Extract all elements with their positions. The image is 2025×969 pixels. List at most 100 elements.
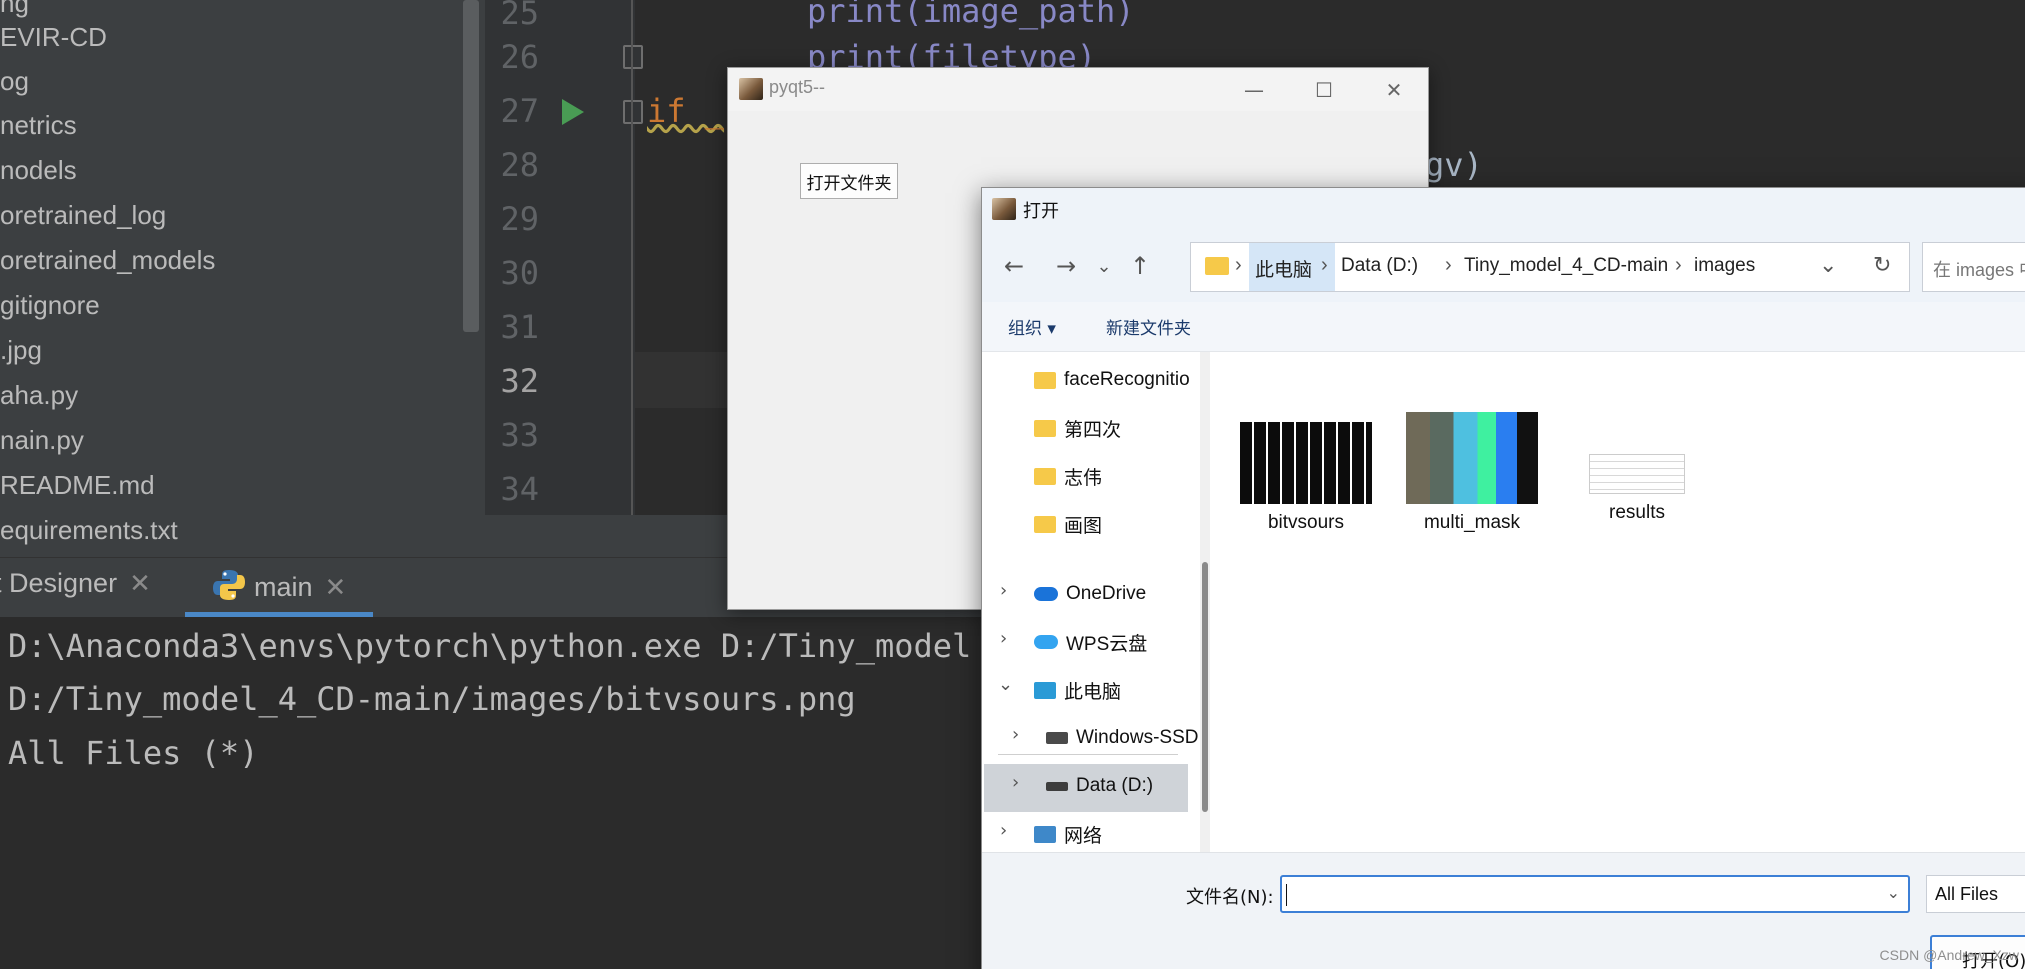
chevron-right-icon[interactable]: › bbox=[1000, 580, 1007, 601]
folder-icon bbox=[1034, 467, 1056, 485]
tree-item[interactable]: aha.py bbox=[0, 380, 78, 411]
file-list-pane[interactable]: bitvsours multi_mask results bbox=[1218, 352, 2025, 852]
tree-item[interactable]: oretrained_models bbox=[0, 245, 215, 276]
tree-item[interactable]: README.md bbox=[0, 470, 155, 501]
nav-item-label: 画图 bbox=[1064, 515, 1103, 537]
nav-item-network[interactable]: 网络 bbox=[1034, 812, 1102, 852]
app-icon bbox=[739, 78, 763, 100]
dialog-bottom-bar: 文件名(N): ⌄ All Files 打开(O) bbox=[982, 852, 2025, 969]
run-gutter-icon[interactable] bbox=[562, 99, 584, 125]
nav-item-windows-ssd[interactable]: Windows-SSD bbox=[1046, 716, 1198, 760]
tab-qt-designer[interactable]: t Designer ✕ bbox=[0, 568, 151, 608]
cloud-icon bbox=[1034, 635, 1058, 649]
minimize-button[interactable]: — bbox=[1219, 68, 1289, 111]
open-folder-button[interactable]: 打开文件夹 bbox=[800, 163, 898, 199]
chevron-right-icon: › bbox=[1321, 254, 1328, 276]
code-line-25: print(image_path) bbox=[807, 0, 1135, 30]
address-bar[interactable]: › 此电脑 › Data (D:) › Tiny_model_4_CD-main… bbox=[1190, 242, 1910, 292]
filetype-select[interactable]: All Files bbox=[1926, 875, 2025, 913]
tree-item[interactable]: .jpg bbox=[0, 335, 42, 366]
nav-item-label: faceRecognitio bbox=[1064, 369, 1190, 390]
window-title: pyqt5-- bbox=[769, 77, 826, 97]
tree-item[interactable]: equirements.txt bbox=[0, 515, 178, 546]
tree-item[interactable]: netrics bbox=[0, 110, 77, 141]
chevron-down-icon[interactable]: ⌄ bbox=[1887, 883, 1900, 903]
maximize-button[interactable]: ☐ bbox=[1289, 68, 1359, 111]
tree-item[interactable]: og bbox=[0, 66, 29, 97]
filename-label: 文件名(N): bbox=[1186, 887, 1274, 908]
console-line: All Files (*) bbox=[8, 734, 259, 772]
new-folder-button[interactable]: 新建文件夹 bbox=[1106, 314, 1191, 339]
tree-item[interactable]: oretrained_log bbox=[0, 200, 166, 231]
line-number: 29 bbox=[500, 200, 539, 238]
tree-item[interactable]: EVIR-CD bbox=[0, 22, 107, 53]
tab-label: t Designer bbox=[0, 568, 118, 598]
project-tree-scrollbar[interactable] bbox=[463, 0, 479, 332]
image-thumbnail bbox=[1240, 422, 1372, 504]
scrollbar-thumb[interactable] bbox=[1202, 562, 1208, 812]
nav-item-label: 志伟 bbox=[1064, 467, 1103, 489]
back-arrow-icon[interactable]: ← bbox=[996, 248, 1032, 284]
nav-item-label: Windows-SSD bbox=[1076, 727, 1199, 748]
line-number: 27 bbox=[500, 92, 539, 130]
tree-item[interactable]: nodels bbox=[0, 155, 77, 186]
file-name: multi_mask bbox=[1423, 512, 1521, 533]
line-number: 30 bbox=[500, 254, 539, 292]
file-item[interactable]: bitvsours bbox=[1236, 422, 1376, 534]
close-icon[interactable]: ✕ bbox=[325, 572, 347, 602]
search-input[interactable]: 在 images 中 bbox=[1922, 242, 2025, 292]
editor-gutter: 25 26 27 28 29 30 31 32 33 34 bbox=[485, 0, 643, 515]
nav-pane-scrollbar[interactable] bbox=[1200, 352, 1210, 852]
nav-item-wps[interactable]: WPS云盘 bbox=[1034, 620, 1147, 664]
file-item[interactable]: multi_mask bbox=[1402, 412, 1542, 534]
project-tree-panel: ng EVIR-CD og netrics nodels oretrained_… bbox=[0, 0, 485, 557]
nav-item-folder[interactable]: 志伟 bbox=[1034, 454, 1102, 498]
filename-input[interactable]: ⌄ bbox=[1280, 875, 1910, 913]
nav-item-label: WPS云盘 bbox=[1066, 633, 1148, 655]
tree-item[interactable]: gitignore bbox=[0, 290, 100, 321]
nav-item-folder[interactable]: 第四次 bbox=[1034, 406, 1121, 450]
breadcrumb-item[interactable]: 此电脑 bbox=[1255, 255, 1312, 282]
chevron-right-icon[interactable]: › bbox=[1012, 724, 1019, 745]
chevron-right-icon: › bbox=[1675, 254, 1682, 276]
line-number: 31 bbox=[500, 308, 539, 346]
refresh-icon[interactable]: ↻ bbox=[1873, 252, 1891, 278]
organize-button[interactable]: 组织 ▾ bbox=[1008, 314, 1056, 339]
tree-item[interactable]: nain.py bbox=[0, 425, 84, 456]
folder-icon bbox=[1205, 257, 1229, 275]
tab-main[interactable]: main ✕ bbox=[212, 568, 346, 608]
chevron-right-icon: › bbox=[1445, 254, 1452, 276]
close-button[interactable]: ✕ bbox=[1359, 68, 1429, 111]
drive-icon bbox=[1046, 781, 1068, 791]
nav-item-data-drive[interactable]: Data (D:) bbox=[1046, 764, 1153, 808]
forward-arrow-icon[interactable]: → bbox=[1048, 248, 1084, 284]
recent-dropdown-icon[interactable]: ⌄ bbox=[1086, 248, 1122, 284]
file-name: bitvsours bbox=[1267, 512, 1345, 533]
dialog-titlebar[interactable]: 打开 bbox=[982, 188, 2025, 230]
chevron-right-icon[interactable]: › bbox=[1012, 772, 1019, 793]
line-number: 28 bbox=[500, 146, 539, 184]
nav-item-folder[interactable]: faceRecognitio bbox=[1034, 358, 1190, 402]
nav-item-folder[interactable]: 画图 bbox=[1034, 502, 1102, 546]
nav-item-this-pc[interactable]: 此电脑 bbox=[1034, 668, 1121, 712]
chevron-right-icon[interactable]: › bbox=[1000, 820, 1007, 841]
close-icon[interactable]: ✕ bbox=[129, 568, 151, 598]
up-arrow-icon[interactable]: ↑ bbox=[1122, 248, 1158, 284]
fold-icon[interactable] bbox=[623, 45, 643, 69]
nav-item-label: Data (D:) bbox=[1076, 775, 1154, 796]
chevron-right-icon: › bbox=[1235, 254, 1242, 276]
file-open-dialog: 打开 ← → ⌄ ↑ › 此电脑 › Data (D:) › Tiny_mode… bbox=[981, 187, 2025, 969]
breadcrumb-item[interactable]: Data (D:) bbox=[1341, 255, 1418, 277]
folder-icon bbox=[1034, 515, 1056, 533]
breadcrumb-item[interactable]: images bbox=[1694, 255, 1755, 277]
pyqt-titlebar[interactable]: pyqt5-- — ☐ ✕ bbox=[728, 68, 1428, 111]
nav-item-onedrive[interactable]: OneDrive bbox=[1034, 572, 1146, 616]
file-item[interactable]: results bbox=[1567, 454, 1707, 524]
tree-item[interactable]: ng bbox=[0, 0, 29, 19]
folder-icon bbox=[1034, 419, 1056, 437]
chevron-down-icon[interactable]: ⌄ bbox=[1819, 252, 1837, 278]
fold-icon[interactable] bbox=[623, 100, 643, 124]
chevron-right-icon[interactable]: › bbox=[1000, 628, 1007, 649]
breadcrumb-item[interactable]: Tiny_model_4_CD-main bbox=[1464, 255, 1668, 277]
chevron-down-icon[interactable]: ⌄ bbox=[998, 674, 1013, 695]
